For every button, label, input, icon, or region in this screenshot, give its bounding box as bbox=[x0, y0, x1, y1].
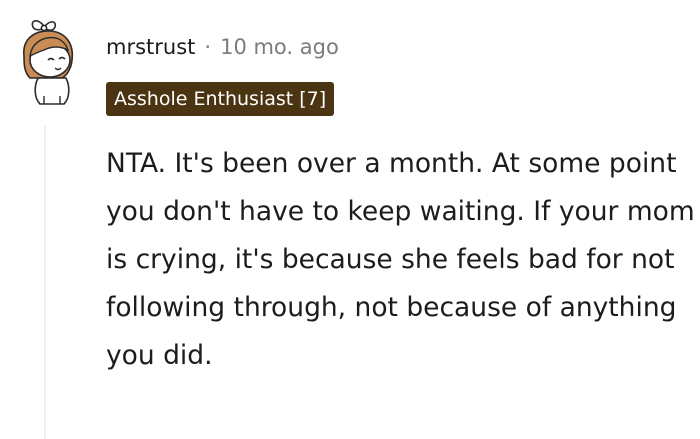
thread-line[interactable] bbox=[44, 126, 46, 439]
comment-body: NTA. It's been over a month. At some poi… bbox=[106, 148, 695, 371]
username-link[interactable]: mrstrust bbox=[106, 35, 195, 59]
user-avatar[interactable] bbox=[14, 16, 84, 108]
user-flair-badge: Asshole Enthusiast [7] bbox=[106, 82, 335, 116]
snoo-avatar-icon bbox=[23, 20, 74, 105]
comment-meta: mrstrust · 10 mo. ago bbox=[106, 32, 339, 62]
comment: mrstrust · 10 mo. ago Asshole Enthusiast… bbox=[0, 0, 700, 439]
comment-timestamp[interactable]: 10 mo. ago bbox=[220, 35, 339, 59]
meta-separator: · bbox=[204, 35, 212, 59]
